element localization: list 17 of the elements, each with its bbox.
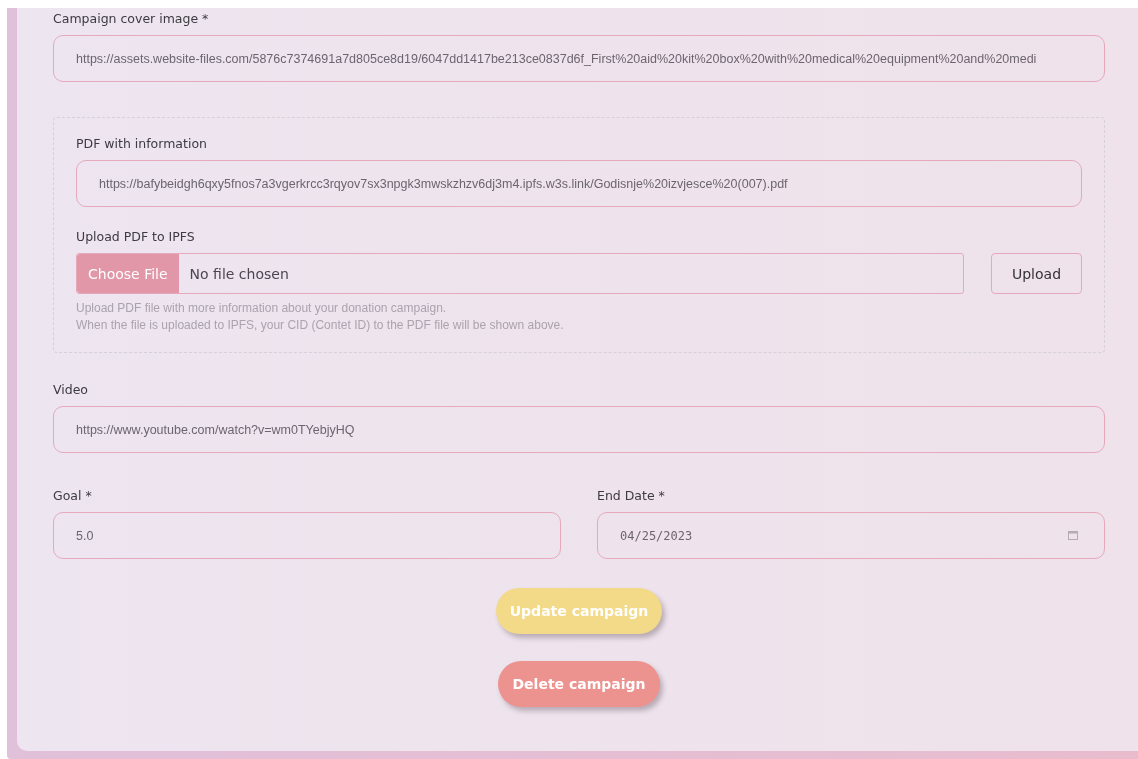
file-input-field[interactable]: Choose File No file chosen: [76, 253, 964, 294]
input-field[interactable]: https://assets.website-files.com/5876c7374691a7d805ce8d19/6047dd1417be213ce0837d6f_First%20aid%20kit%20box%20with%20medical%20equipment%20and%20medi: [53, 35, 1105, 82]
help-text: Upload PDF file with more information about your donation campaign.: [76, 301, 447, 315]
file-status-text: No file chosen: [189, 265, 289, 282]
field-label: Upload PDF to IPFS: [76, 229, 195, 244]
input-field[interactable]: https://www.youtube.com/watch?v=wm0TYebjyHQ: [53, 406, 1105, 453]
date-field[interactable]: 04/25/2023: [597, 512, 1105, 559]
field-label: Campaign cover image *: [53, 11, 210, 26]
upload-button[interactable]: Upload: [991, 253, 1082, 294]
field-label: End Date *: [597, 488, 666, 503]
field-label: Goal *: [53, 488, 93, 503]
input-field[interactable]: 5.0: [53, 512, 561, 559]
help-text: When the file is uploaded to IPFS, your CID (Contet ID) to the PDF file will be shown above.: [76, 318, 564, 332]
field-label: PDF with information: [76, 136, 208, 151]
field-label: Video: [53, 382, 90, 397]
calendar-icon[interactable]: [1068, 530, 1078, 540]
input-field[interactable]: https://bafybeidgh6qxy5fnos7a3vgerkrcc3rqyov7sx3npgk3mwskzhzv6dj3m4.ipfs.w3s.link/Godisnje%20izvjesce%20(007).pdf: [76, 160, 1082, 207]
